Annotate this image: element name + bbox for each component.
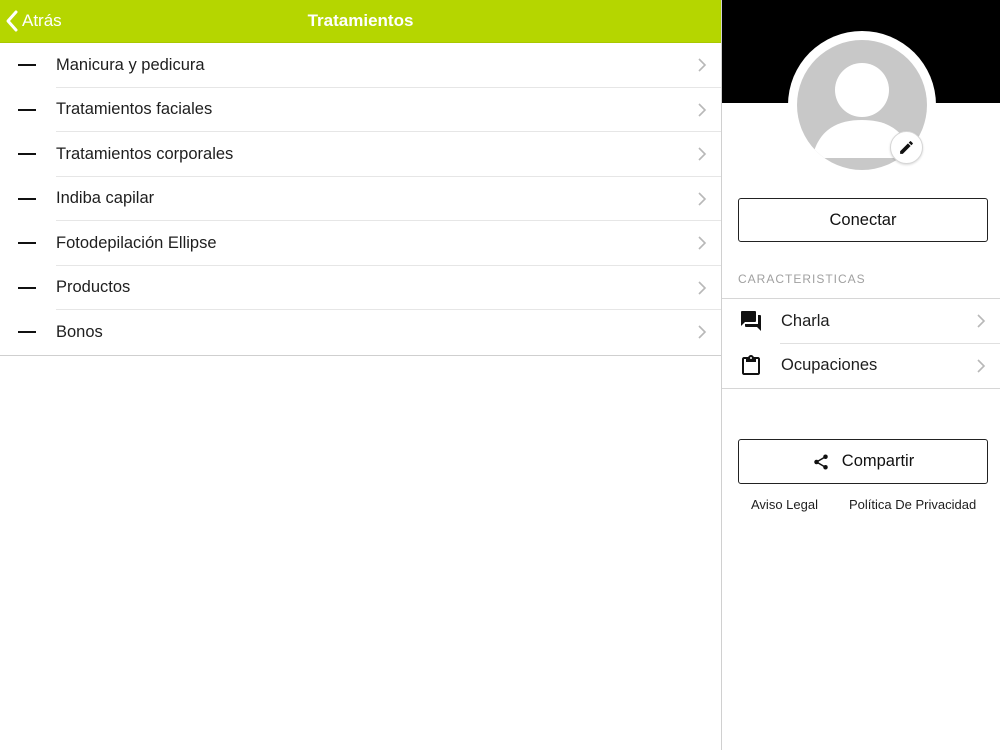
treatments-list: Manicura y pedicura Tratamientos faciale… bbox=[0, 43, 721, 356]
treatments-pane: Atrás Tratamientos Manicura y pedicura T… bbox=[0, 0, 721, 750]
list-item-corporales[interactable]: Tratamientos corporales bbox=[0, 132, 721, 177]
feature-label: Ocupaciones bbox=[781, 356, 878, 375]
page-title: Tratamientos bbox=[307, 11, 414, 30]
chevron-right-icon bbox=[698, 58, 707, 72]
feature-item-charla[interactable]: Charla bbox=[722, 299, 1000, 344]
list-item-label: Bonos bbox=[56, 322, 103, 341]
share-label: Compartir bbox=[841, 452, 915, 470]
share-icon bbox=[814, 454, 828, 469]
connect-button[interactable]: Conectar bbox=[738, 198, 988, 242]
list-item-label: Manicura y pedicura bbox=[56, 55, 205, 74]
dash-icon bbox=[18, 64, 36, 67]
share-button[interactable]: Compartir bbox=[738, 439, 988, 484]
chevron-right-icon bbox=[698, 325, 707, 339]
list-item-label: Indiba capilar bbox=[56, 189, 155, 208]
privacy-policy-link[interactable]: Política De Privacidad bbox=[849, 497, 976, 512]
footer-links: Aviso Legal Política De Privacidad bbox=[722, 497, 1000, 513]
dash-icon bbox=[18, 108, 36, 111]
list-item-label: Tratamientos corporales bbox=[56, 144, 234, 163]
list-item-label: Productos bbox=[56, 278, 131, 297]
legal-notice-link[interactable]: Aviso Legal bbox=[751, 497, 818, 512]
navigation-bar: Atrás Tratamientos bbox=[0, 0, 721, 43]
chat-bubbles-icon bbox=[741, 311, 761, 332]
chevron-right-icon bbox=[698, 147, 707, 161]
features-list: Charla Ocupaciones bbox=[722, 298, 1000, 389]
dash-icon bbox=[18, 197, 36, 200]
chevron-right-icon bbox=[977, 359, 986, 373]
list-item-indiba[interactable]: Indiba capilar bbox=[0, 177, 721, 222]
feature-item-ocupaciones[interactable]: Ocupaciones bbox=[722, 344, 1000, 389]
section-label: CARACTERISTICAS bbox=[738, 272, 866, 286]
profile-pane: Conectar CARACTERISTICAS Charla Ocupacio… bbox=[722, 0, 1000, 750]
feature-label: Charla bbox=[781, 311, 830, 330]
clipboard-icon bbox=[742, 354, 760, 375]
edit-avatar-button[interactable] bbox=[890, 131, 923, 164]
dash-icon bbox=[18, 331, 36, 334]
dash-icon bbox=[18, 153, 36, 156]
list-item-label: Tratamientos faciales bbox=[56, 100, 213, 119]
list-item-bonos[interactable]: Bonos bbox=[0, 310, 721, 355]
list-item-manicura[interactable]: Manicura y pedicura bbox=[0, 43, 721, 88]
list-item-productos[interactable]: Productos bbox=[0, 266, 721, 311]
list-item-fotodepilacion[interactable]: Fotodepilación Ellipse bbox=[0, 221, 721, 266]
dash-icon bbox=[18, 286, 36, 289]
dash-icon bbox=[18, 242, 36, 245]
list-item-label: Fotodepilación Ellipse bbox=[56, 233, 217, 252]
chevron-right-icon bbox=[698, 236, 707, 250]
pencil-icon bbox=[900, 141, 913, 154]
chevron-right-icon bbox=[698, 192, 707, 206]
chevron-right-icon bbox=[977, 314, 986, 328]
chevron-right-icon bbox=[698, 281, 707, 295]
list-item-faciales[interactable]: Tratamientos faciales bbox=[0, 88, 721, 133]
chevron-right-icon bbox=[698, 103, 707, 117]
